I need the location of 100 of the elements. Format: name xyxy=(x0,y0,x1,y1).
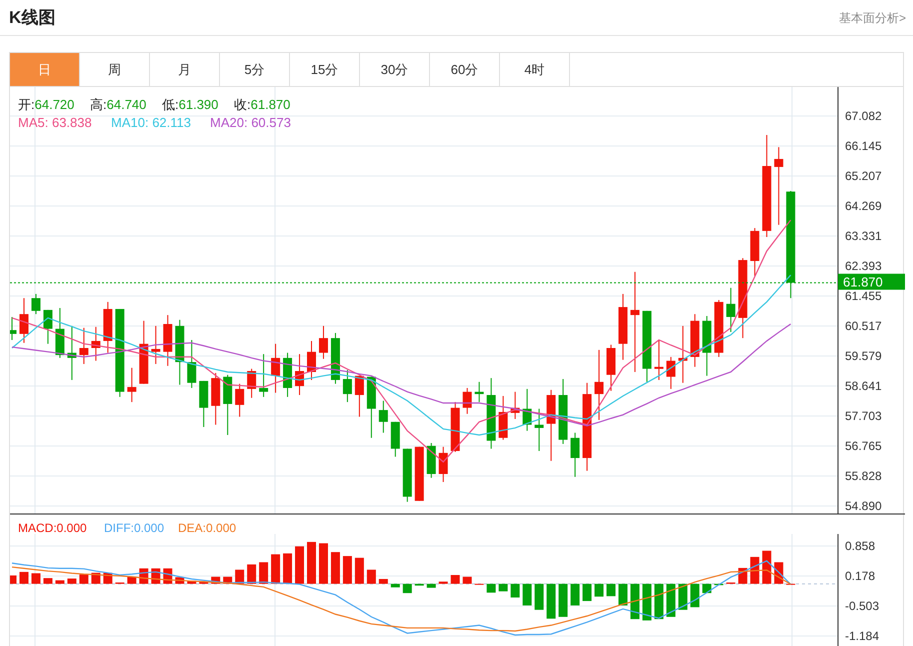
candle xyxy=(318,325,328,360)
page-title: K线图 xyxy=(9,6,56,29)
macd-bar xyxy=(510,584,520,598)
macd-bar xyxy=(55,580,64,584)
macd-bar xyxy=(450,575,460,584)
candle xyxy=(211,372,220,426)
ma-legend-text: MA10: 62.113 xyxy=(111,115,191,130)
macd-bar xyxy=(582,584,592,602)
macd-bar xyxy=(259,562,268,584)
macd-bar xyxy=(67,578,76,584)
candle xyxy=(223,374,232,436)
candle xyxy=(750,228,760,277)
candle xyxy=(31,293,40,315)
axis-label: 60.517 xyxy=(845,319,882,334)
macd-legend-text: DIFF:0.000 xyxy=(104,521,164,535)
macd-bar xyxy=(690,584,700,608)
candle xyxy=(247,368,256,398)
axis-label: 63.331 xyxy=(845,229,882,244)
macd-bar xyxy=(91,572,100,584)
macd-bar xyxy=(295,546,304,584)
candle xyxy=(702,316,712,376)
candle xyxy=(151,325,160,364)
candle xyxy=(510,391,520,420)
candle xyxy=(175,319,184,386)
axis-label: 62.393 xyxy=(845,259,882,274)
axis-label: 54.890 xyxy=(845,499,882,513)
candle xyxy=(163,314,172,366)
candle xyxy=(307,340,316,380)
candle xyxy=(199,380,208,428)
quote-text: 低:61.390 xyxy=(162,97,218,112)
candle xyxy=(666,356,676,390)
candle xyxy=(558,378,568,444)
candle xyxy=(91,326,100,362)
candle xyxy=(606,344,616,392)
axis-label: 57.703 xyxy=(845,409,882,424)
candle xyxy=(402,448,412,502)
last-price-label: 61.870 xyxy=(843,274,883,290)
macd-bar xyxy=(187,580,196,584)
candle xyxy=(690,314,700,368)
macd-bar xyxy=(642,584,652,620)
axis-label: 65.207 xyxy=(845,169,882,184)
candle xyxy=(43,309,52,344)
candle xyxy=(714,300,724,358)
candle xyxy=(414,446,424,502)
candle xyxy=(678,325,688,384)
macd-bar xyxy=(414,584,424,586)
ma-legend-text: MA5: 63.838 xyxy=(18,115,92,130)
candle xyxy=(235,383,244,418)
macd-bar xyxy=(618,584,628,606)
candle xyxy=(486,378,496,450)
macd-bar xyxy=(498,584,508,592)
candle xyxy=(462,387,472,414)
axis-label: 66.145 xyxy=(845,139,882,153)
macd-bar xyxy=(235,570,244,584)
macd-bar xyxy=(283,553,292,584)
quote-text: 收:61.870 xyxy=(234,97,290,112)
candle xyxy=(330,332,340,384)
candle xyxy=(426,442,436,478)
candle xyxy=(19,298,28,344)
macd-bar xyxy=(307,542,316,584)
macd-bar xyxy=(462,576,472,584)
candle xyxy=(366,376,376,438)
axis-label: -1.184 xyxy=(845,629,880,644)
ma-legend-text: MA20: 60.573 xyxy=(210,115,291,130)
candle xyxy=(378,400,388,434)
macd-bar xyxy=(342,556,352,584)
candle xyxy=(726,287,736,332)
macd-bar xyxy=(19,572,28,584)
macd-bar xyxy=(594,584,604,597)
macd-bar xyxy=(31,573,40,584)
quote-text: 开:64.720 xyxy=(18,97,74,112)
macd-bar xyxy=(330,552,340,584)
candle xyxy=(618,293,628,360)
candle xyxy=(67,325,76,380)
macd-bar xyxy=(558,584,568,617)
macd-bar xyxy=(43,578,52,584)
macd-bar xyxy=(654,584,664,620)
candle xyxy=(522,388,532,432)
candle xyxy=(498,395,508,440)
candle xyxy=(390,421,400,458)
macd-bar xyxy=(426,584,436,588)
macd-legend-text: MACD:0.000 xyxy=(18,521,87,535)
fundamental-analysis-link[interactable]: 基本面分析> xyxy=(838,8,906,26)
candle xyxy=(654,340,664,380)
candle xyxy=(283,352,292,398)
candle xyxy=(259,354,268,398)
axis-label: 55.828 xyxy=(845,469,882,483)
macd-bar xyxy=(522,584,532,606)
candle xyxy=(534,408,544,452)
axis-label: 61.455 xyxy=(845,289,882,304)
macd-bar xyxy=(534,584,544,610)
axis-label: 59.579 xyxy=(845,349,882,364)
macd-bar xyxy=(402,584,412,594)
macd-bar xyxy=(438,582,448,584)
macd-bar xyxy=(390,584,400,588)
macd-bar xyxy=(570,584,580,606)
macd-bar xyxy=(486,584,496,593)
candle xyxy=(55,308,64,358)
macd-bar xyxy=(271,554,280,584)
candle xyxy=(438,446,448,483)
